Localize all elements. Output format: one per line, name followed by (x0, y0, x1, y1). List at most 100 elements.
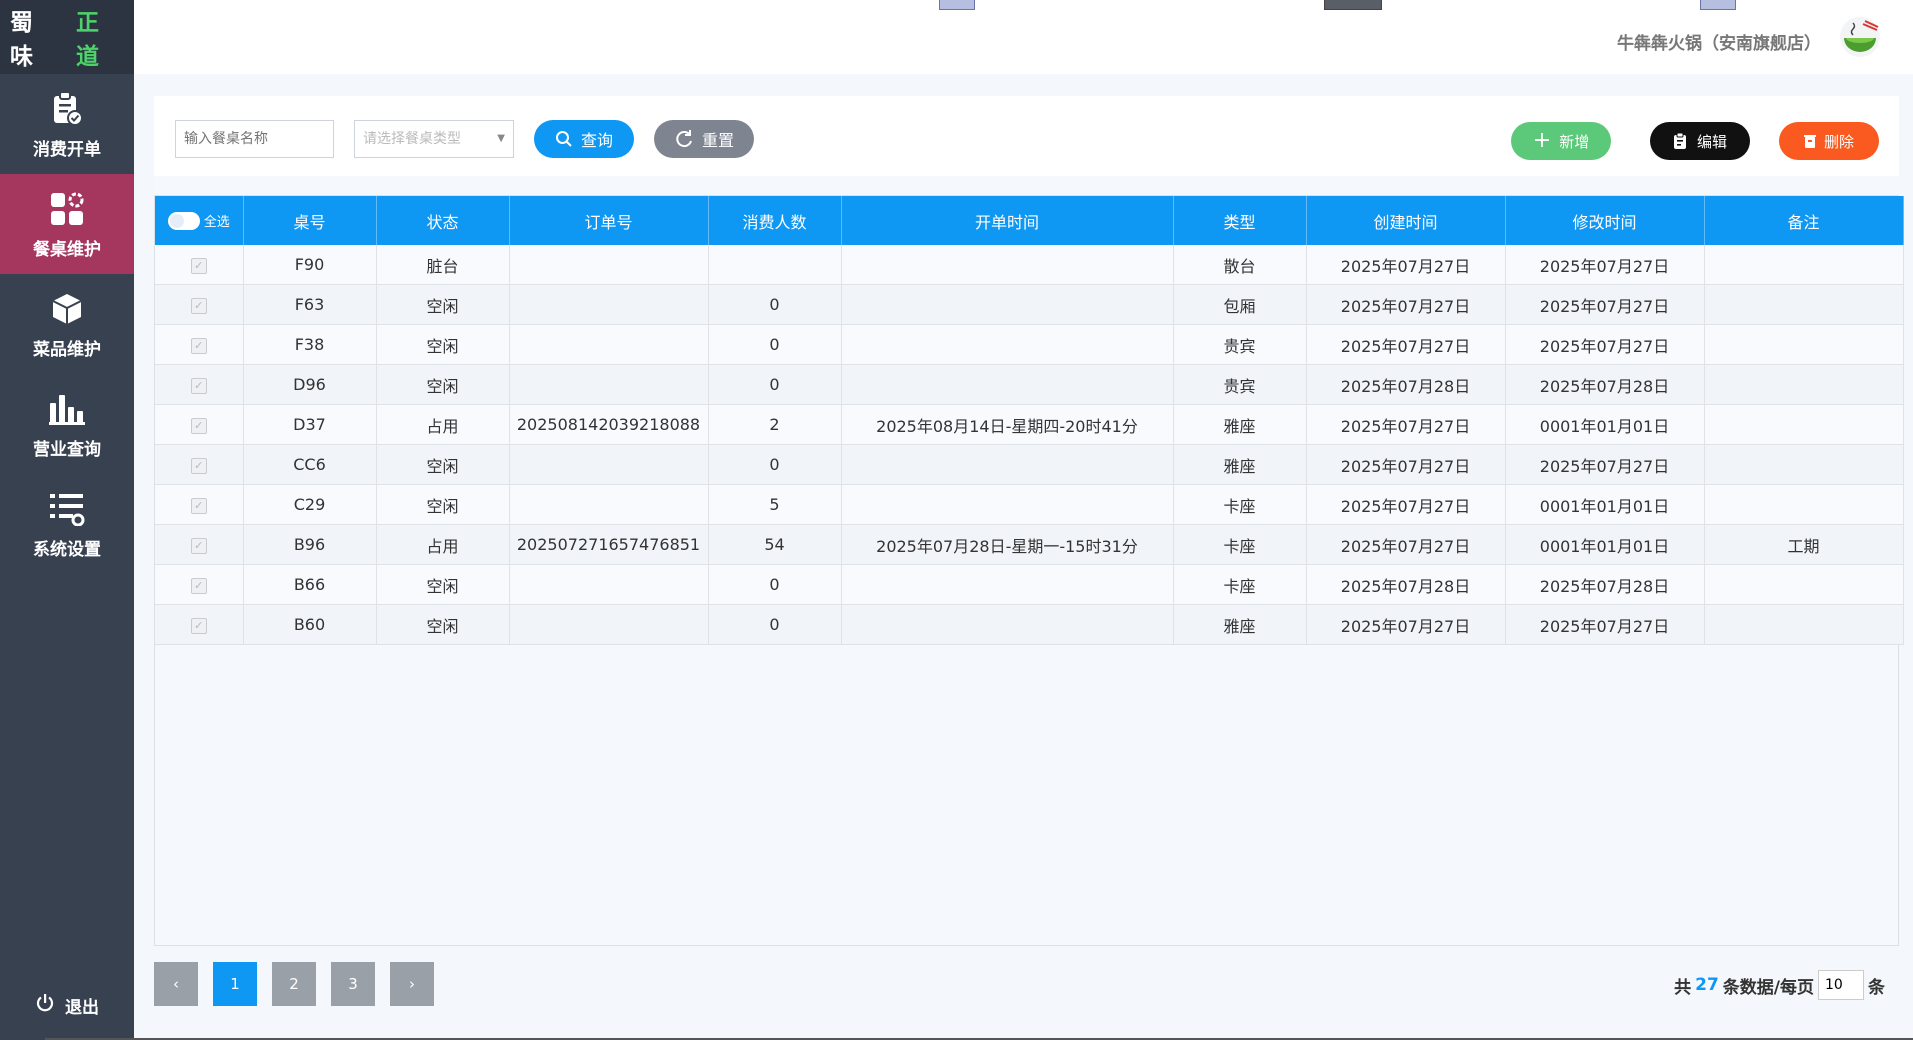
table-cell: 0 (708, 324, 842, 365)
page-button-2[interactable]: 2 (272, 962, 316, 1006)
table-cell (509, 364, 709, 405)
prev-page-button[interactable]: ‹ (154, 962, 198, 1006)
table-cell: 0001年01月01日 (1505, 484, 1705, 525)
query-button[interactable]: 查询 (534, 120, 634, 158)
row-checkbox[interactable]: ✓ (190, 337, 207, 354)
table-cell: F63 (243, 284, 377, 325)
store-name: 牛犇犇火锅（安南旗舰店） (1617, 34, 1821, 54)
delete-button[interactable]: 删除 (1779, 122, 1879, 160)
brand-text-1: 蜀 味 (10, 10, 35, 70)
table-cell: 2 (708, 404, 842, 445)
table-cell: 2025年07月27日 (1306, 604, 1506, 645)
row-checkbox-cell[interactable]: ✓ (155, 245, 244, 285)
table-row[interactable]: ✓ F90 脏台 散台 2025年07月27日 2025年07月27日 (155, 245, 1904, 285)
query-label: 查询 (580, 131, 613, 150)
row-checkbox[interactable]: ✓ (190, 257, 207, 274)
reset-button[interactable]: 重置 (654, 120, 754, 158)
table-cell: 2025年07月28日 (1505, 564, 1705, 605)
row-checkbox-cell[interactable]: ✓ (155, 604, 244, 645)
table-cell (509, 444, 709, 485)
select-all-header[interactable]: 全选 (155, 196, 244, 245)
table-row[interactable]: ✓ C29 空闲 5 卡座 2025年07月27日 0001年01月01日 (155, 484, 1904, 525)
column-header: 修改时间 (1505, 196, 1705, 245)
row-checkbox-cell[interactable]: ✓ (155, 324, 244, 365)
table-cell: 2025年07月27日 (1505, 444, 1705, 485)
logout-button[interactable]: 退出 (0, 980, 134, 1030)
table-cell (1704, 324, 1904, 365)
add-button[interactable]: + 新增 (1511, 122, 1611, 160)
row-checkbox[interactable]: ✓ (190, 297, 207, 314)
table-name-input[interactable] (175, 120, 334, 158)
trash-icon (1803, 135, 1816, 148)
per-page-input[interactable] (1818, 970, 1864, 1000)
pagination: ‹ 1 2 3 › (154, 962, 434, 1006)
row-checkbox-cell[interactable]: ✓ (155, 564, 244, 605)
table-row[interactable]: ✓ D37 占用 202508142039218088 2 2025年08月14日-星期四… (155, 404, 1904, 445)
column-header: 消费人数 (708, 196, 842, 245)
row-checkbox[interactable]: ✓ (190, 617, 207, 634)
table-row[interactable]: ✓ CC6 空闲 0 雅座 2025年07月27日 2025年07月27日 (155, 444, 1904, 485)
table-cell: D96 (243, 364, 377, 405)
table-cell (841, 284, 1174, 325)
edit-button[interactable]: 编辑 (1650, 122, 1750, 160)
next-page-button[interactable]: › (390, 962, 434, 1006)
sidebar-item-settings[interactable]: 系统设置 (0, 474, 134, 574)
table-cell: 2025年07月27日 (1306, 324, 1506, 365)
table-row[interactable]: ✓ B96 占用 202507271657476851 54 2025年07月28日-星期… (155, 524, 1904, 565)
table-cell: 2025年07月27日 (1306, 484, 1506, 525)
main-panel: 请选择餐桌类型 ▼ 查询 重置 + 新增 编辑 删除 (154, 96, 1904, 1006)
row-checkbox[interactable]: ✓ (190, 457, 207, 474)
row-checkbox-cell[interactable]: ✓ (155, 364, 244, 405)
bar-chart-icon (47, 389, 87, 429)
row-checkbox-cell[interactable]: ✓ (155, 284, 244, 325)
row-checkbox[interactable]: ✓ (190, 537, 207, 554)
row-checkbox-cell[interactable]: ✓ (155, 524, 244, 565)
per-page-unit: 条 (1868, 977, 1885, 998)
row-checkbox[interactable]: ✓ (190, 417, 207, 434)
sidebar-item-business[interactable]: 营业查询 (0, 374, 134, 474)
row-checkbox-cell[interactable]: ✓ (155, 484, 244, 525)
brand-text-2: 正 道 (76, 10, 101, 70)
table-row[interactable]: ✓ F63 空闲 0 包厢 2025年07月27日 2025年07月27日 (155, 284, 1904, 325)
table-cell: 2025年07月27日 (1505, 324, 1705, 365)
page-button-1[interactable]: 1 (213, 962, 257, 1006)
reset-label: 重置 (701, 131, 734, 150)
sidebar-item-dishes[interactable]: 菜品维护 (0, 274, 134, 374)
table-type-select[interactable]: 请选择餐桌类型 ▼ (354, 120, 514, 158)
row-checkbox[interactable]: ✓ (190, 577, 207, 594)
table-row[interactable]: ✓ B60 空闲 0 雅座 2025年07月27日 2025年07月27日 (155, 604, 1904, 645)
sidebar-item-billing[interactable]: 消费开单 (0, 74, 134, 174)
list-settings-icon (47, 489, 87, 529)
table-cell: 空闲 (376, 284, 510, 325)
table-cell (509, 284, 709, 325)
table-cell: 0 (708, 604, 842, 645)
table-cell: B96 (243, 524, 377, 565)
edit-label: 编辑 (1696, 132, 1727, 151)
row-checkbox[interactable]: ✓ (190, 497, 207, 514)
table-cell: 卡座 (1173, 524, 1307, 565)
table-cell: 2025年07月27日 (1505, 284, 1705, 325)
row-checkbox-cell[interactable]: ✓ (155, 404, 244, 445)
sidebar-item-label: 营业查询 (33, 439, 101, 460)
table-cell: 0 (708, 284, 842, 325)
cube-icon (47, 289, 87, 329)
table-cell (841, 245, 1174, 285)
table-cell: CC6 (243, 444, 377, 485)
table-body: ✓ F90 脏台 散台 2025年07月27日 2025年07月27日 ✓ F63 空闲 0 包厢 2… (155, 245, 1904, 645)
row-checkbox-cell[interactable]: ✓ (155, 444, 244, 485)
table-row[interactable]: ✓ F38 空闲 0 贵宾 2025年07月27日 2025年07月27日 (155, 324, 1904, 365)
row-checkbox[interactable]: ✓ (190, 377, 207, 394)
table-row[interactable]: ✓ D96 空闲 0 贵宾 2025年07月28日 2025年07月28日 (155, 364, 1904, 405)
table-cell: B66 (243, 564, 377, 605)
table-cell: 2025年07月28日-星期一-15时31分 (841, 524, 1174, 565)
table-cell: F90 (243, 245, 377, 285)
decor-bar (1700, 0, 1736, 10)
table-row[interactable]: ✓ B66 空闲 0 卡座 2025年07月28日 2025年07月28日 (155, 564, 1904, 605)
sidebar-item-tables[interactable]: 餐桌维护 (0, 174, 134, 274)
select-all-toggle[interactable] (167, 212, 200, 231)
table-type-placeholder: 请选择餐桌类型 (363, 131, 461, 147)
refresh-icon (676, 130, 692, 148)
sidebar-item-label: 消费开单 (33, 139, 101, 160)
page-button-3[interactable]: 3 (331, 962, 375, 1006)
decor-bar (939, 0, 975, 10)
